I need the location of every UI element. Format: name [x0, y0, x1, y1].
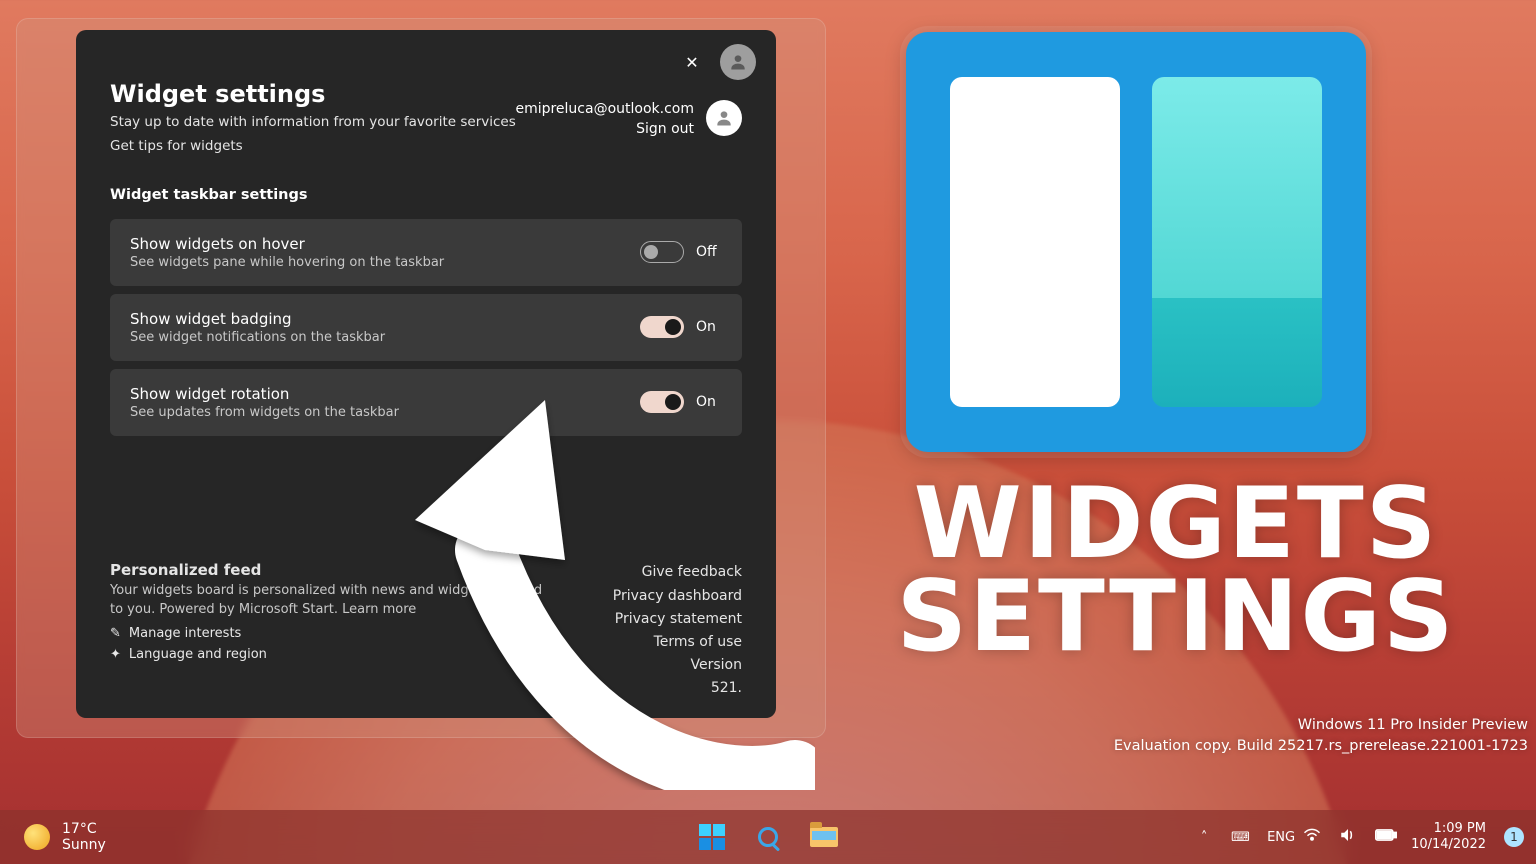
desktop-watermark: Windows 11 Pro Insider Preview Evaluatio…	[1114, 715, 1528, 756]
toggle-hover[interactable]	[640, 241, 684, 263]
toggle-rotation[interactable]	[640, 391, 684, 413]
language-region-link[interactable]: ✦ Language and region	[110, 647, 550, 662]
version-value: 521.	[613, 677, 742, 700]
setting-desc: See widgets pane while hovering on the t…	[130, 255, 444, 270]
widgets-icon-left-pane	[950, 77, 1120, 407]
privacy-dashboard-link[interactable]: Privacy dashboard	[613, 585, 742, 608]
widget-settings-modal: ✕ Widget settings Stay up to date with i…	[76, 30, 776, 718]
setting-title: Show widget rotation	[130, 385, 399, 403]
weather-sun-icon	[24, 824, 50, 850]
setting-row-badging: Show widget badging See widget notificat…	[110, 294, 742, 361]
setting-desc: See updates from widgets on the taskbar	[130, 405, 399, 420]
close-icon[interactable]: ✕	[676, 46, 708, 78]
page-subtitle-2: Get tips for widgets	[110, 136, 742, 156]
pencil-icon: ✎	[110, 626, 121, 641]
feed-desc: Your widgets board is personalized with …	[110, 582, 550, 620]
account-email: emipreluca@outlook.com	[515, 100, 694, 120]
volume-icon[interactable]	[1339, 827, 1357, 847]
weather-temp: 17°C	[62, 821, 106, 837]
globe-icon: ✦	[110, 647, 121, 662]
feed-title: Personalized feed	[110, 561, 550, 579]
section-heading: Widget taskbar settings	[110, 187, 742, 203]
toggle-label: Off	[696, 244, 722, 260]
give-feedback-link[interactable]: Give feedback	[613, 561, 742, 584]
setting-row-rotation: Show widget rotation See updates from wi…	[110, 369, 742, 436]
version-label: Version	[613, 654, 742, 677]
taskbar: 17°C Sunny ˄ ⌨ ENG 1:09 PM 10/14/2022 1	[0, 810, 1536, 864]
widgets-icon-right-pane	[1152, 77, 1322, 407]
battery-icon[interactable]	[1375, 829, 1393, 845]
wifi-icon[interactable]	[1303, 828, 1321, 846]
language-indicator[interactable]: ENG	[1267, 830, 1285, 845]
file-explorer-button[interactable]	[809, 822, 839, 852]
touch-keyboard-icon[interactable]: ⌨	[1231, 830, 1249, 845]
tray-overflow-icon[interactable]: ˄	[1195, 830, 1213, 845]
setting-desc: See widget notifications on the taskbar	[130, 330, 385, 345]
overlay-title: WIDGETS SETTINGS	[816, 478, 1536, 664]
terms-link[interactable]: Terms of use	[613, 631, 742, 654]
toggle-label: On	[696, 319, 722, 335]
avatar-button[interactable]	[720, 44, 756, 80]
start-button[interactable]	[697, 822, 727, 852]
taskbar-widgets-button[interactable]: 17°C Sunny	[0, 821, 106, 853]
setting-title: Show widgets on hover	[130, 235, 444, 253]
setting-title: Show widget badging	[130, 310, 385, 328]
widgets-app-icon	[906, 32, 1366, 452]
manage-interests-link[interactable]: ✎ Manage interests	[110, 626, 550, 641]
setting-row-hover: Show widgets on hover See widgets pane w…	[110, 219, 742, 286]
weather-cond: Sunny	[62, 837, 106, 853]
toggle-label: On	[696, 394, 722, 410]
toggle-badging[interactable]	[640, 316, 684, 338]
search-button[interactable]	[753, 822, 783, 852]
account-avatar[interactable]	[706, 100, 742, 136]
notification-badge[interactable]: 1	[1504, 827, 1524, 847]
taskbar-clock[interactable]: 1:09 PM 10/14/2022	[1411, 821, 1486, 852]
privacy-statement-link[interactable]: Privacy statement	[613, 608, 742, 631]
sign-out-link[interactable]: Sign out	[515, 120, 694, 140]
